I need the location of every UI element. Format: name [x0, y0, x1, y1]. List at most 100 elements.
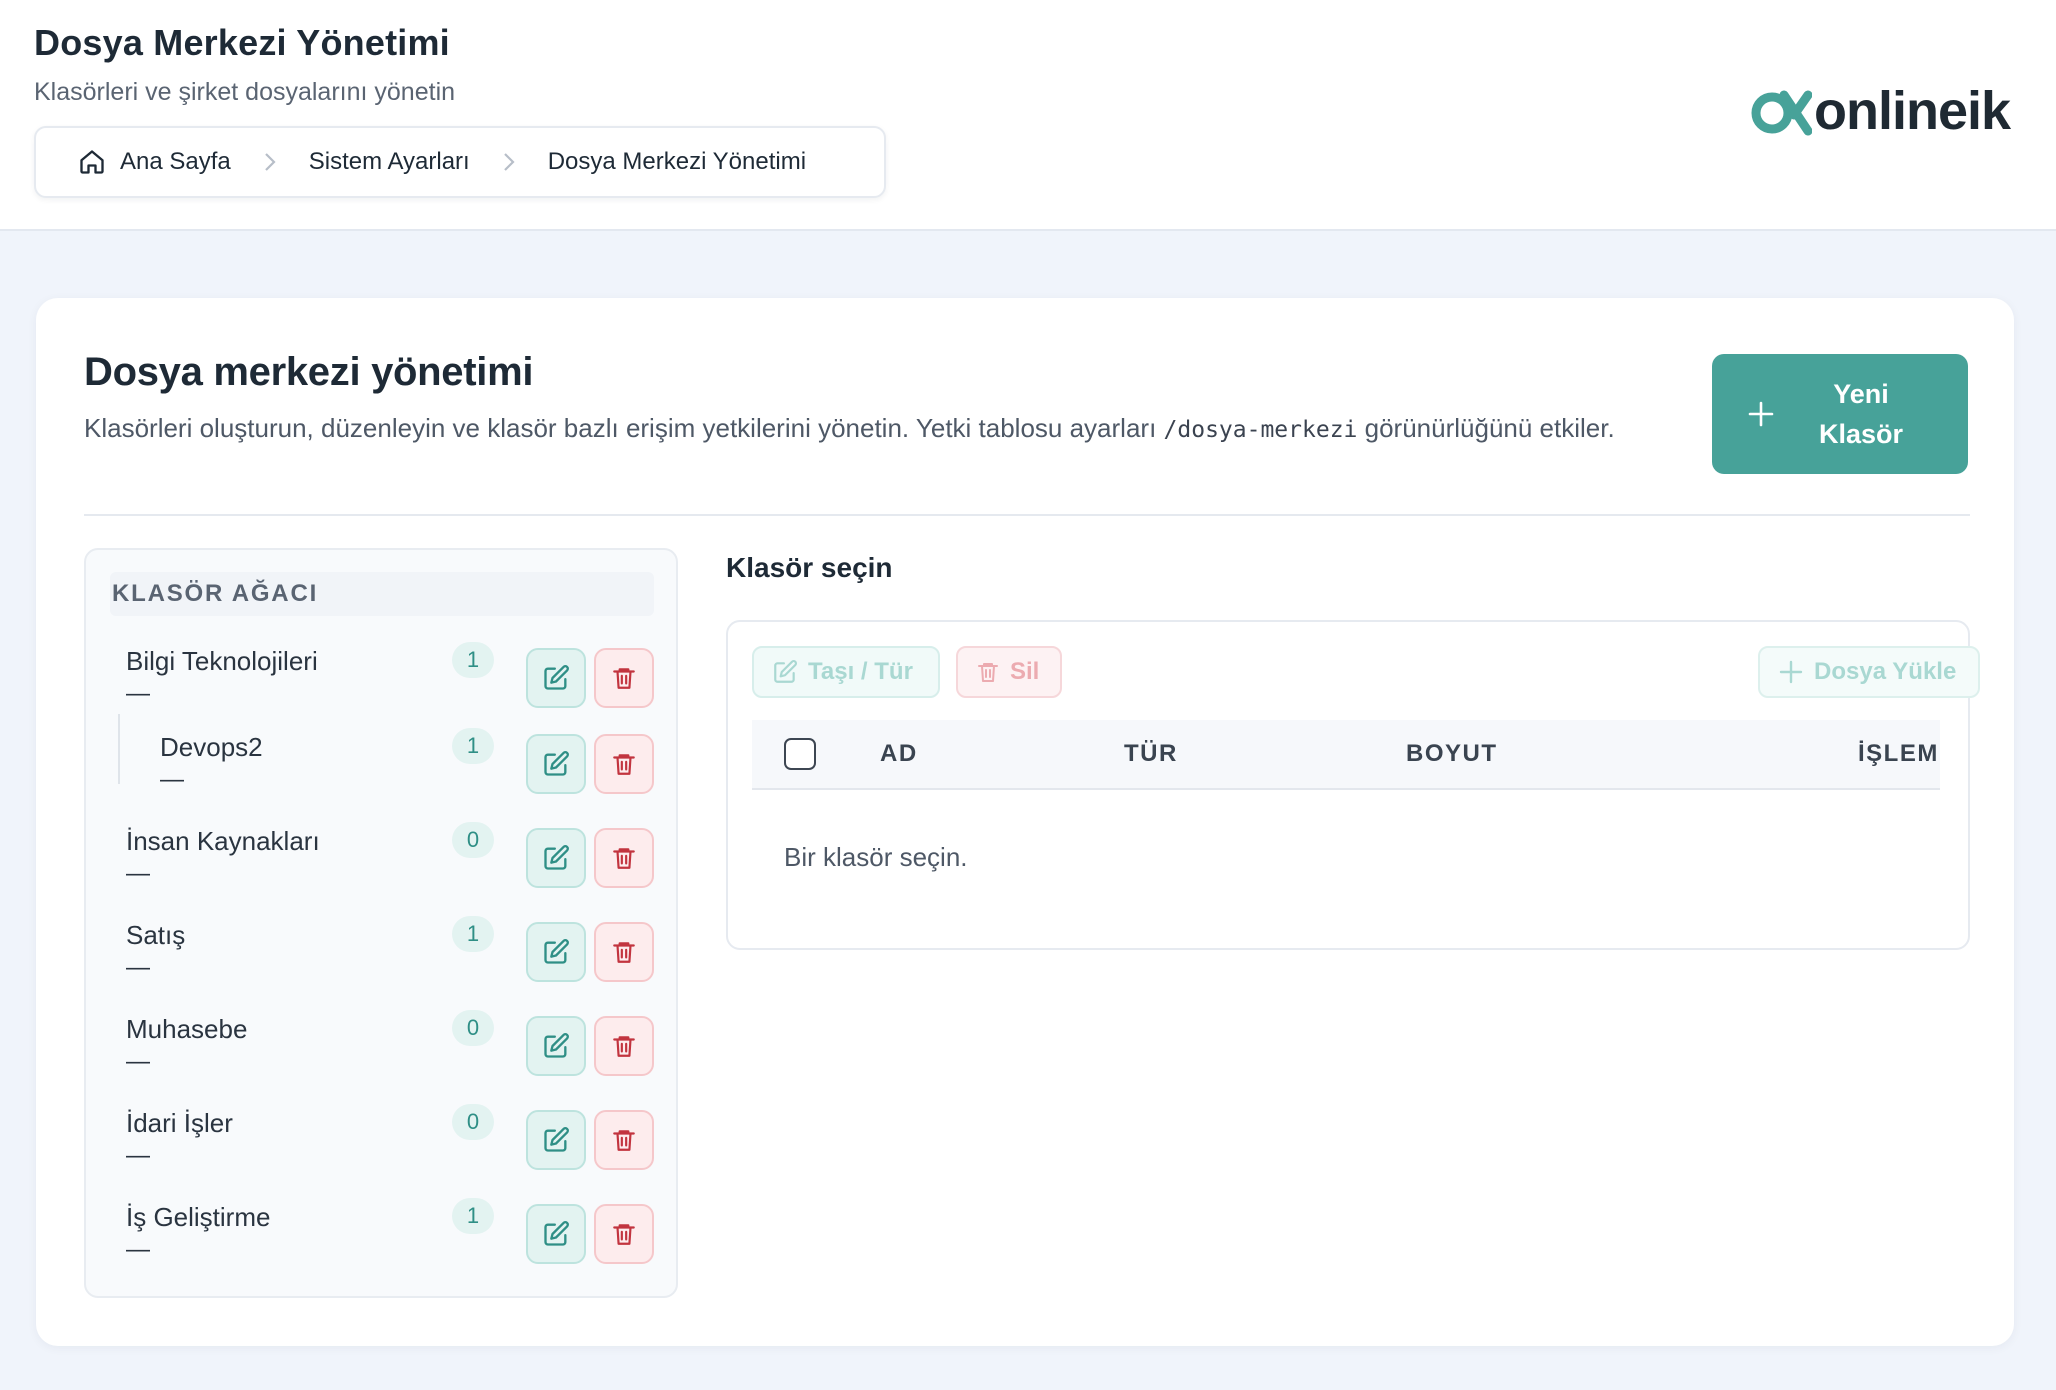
- tree-item[interactable]: İdari İşler — 0: [86, 1100, 676, 1180]
- divider: [84, 514, 1970, 516]
- top-header: Dosya Merkezi Yönetimi Klasörleri ve şir…: [0, 0, 2056, 231]
- edit-icon: [544, 845, 569, 870]
- logo-text: onlineik: [1814, 81, 2011, 141]
- trash-icon: [613, 668, 635, 689]
- folder-name: Satış: [126, 920, 186, 950]
- breadcrumb-home[interactable]: Ana Sayfa: [78, 148, 231, 176]
- edit-folder-button[interactable]: [526, 734, 586, 794]
- breadcrumb-system-settings[interactable]: Sistem Ayarları: [309, 148, 470, 176]
- folder-meta: —: [126, 860, 150, 887]
- edit-folder-button[interactable]: [526, 1110, 586, 1170]
- edit-icon: [774, 660, 797, 683]
- page-subtitle: Klasörleri ve şirket dosyalarını yönetin: [34, 78, 456, 106]
- folder-tree: KLASÖR AĞACI Bilgi Teknolojileri — 1 Dev…: [84, 548, 678, 1298]
- file-count-badge: 0: [452, 1104, 494, 1140]
- trash-icon: [613, 1224, 635, 1245]
- tree-item[interactable]: Muhasebe — 0: [86, 1006, 676, 1086]
- edit-folder-button[interactable]: [526, 1016, 586, 1076]
- folder-meta: —: [126, 680, 150, 707]
- file-count-badge: 1: [452, 728, 494, 764]
- folder-meta: —: [126, 1236, 150, 1263]
- edit-folder-button[interactable]: [526, 828, 586, 888]
- file-count-badge: 0: [452, 1010, 494, 1046]
- move-label: Taşı / Tür: [808, 658, 913, 685]
- edit-icon: [544, 1033, 569, 1058]
- column-type[interactable]: TÜR: [1124, 740, 1178, 768]
- new-folder-button[interactable]: Yeni Klasör: [1712, 354, 1968, 474]
- column-size[interactable]: BOYUT: [1406, 740, 1498, 768]
- edit-icon: [544, 665, 569, 690]
- edit-folder-button[interactable]: [526, 648, 586, 708]
- delete-button[interactable]: Sil: [956, 646, 1062, 698]
- tree-item[interactable]: Devops2 — 1: [86, 724, 676, 804]
- onlineik-logo-icon: [1750, 85, 1812, 137]
- delete-folder-button[interactable]: [594, 1016, 654, 1076]
- tree-item[interactable]: İnsan Kaynakları — 0: [86, 818, 676, 898]
- trash-icon: [613, 848, 635, 869]
- delete-folder-button[interactable]: [594, 828, 654, 888]
- delete-folder-button[interactable]: [594, 734, 654, 794]
- folder-meta: —: [126, 1142, 150, 1169]
- folder-name: Devops2: [160, 732, 263, 762]
- tree-item[interactable]: Bilgi Teknolojileri — 1: [86, 638, 676, 718]
- trash-icon: [613, 942, 635, 963]
- tree-item[interactable]: Satış — 1: [86, 912, 676, 992]
- breadcrumb-label: Sistem Ayarları: [308, 148, 470, 175]
- plus-icon: [1779, 660, 1803, 684]
- edit-icon: [544, 751, 569, 776]
- breadcrumb-label: Dosya Merkezi Yönetimi: [547, 148, 807, 175]
- plus-icon: [1746, 399, 1776, 429]
- folder-name: İnsan Kaynakları: [126, 826, 320, 856]
- home-icon: [78, 148, 106, 176]
- select-all-checkbox[interactable]: [784, 738, 816, 770]
- logo[interactable]: onlineik: [1750, 80, 2011, 142]
- edit-folder-button[interactable]: [526, 922, 586, 982]
- selected-folder-title: Klasör seçin: [726, 552, 893, 583]
- file-count-badge: 1: [452, 916, 494, 952]
- file-count-badge: 1: [452, 642, 494, 678]
- file-center-card: Dosya merkezi yönetimi Klasörleri oluştu…: [36, 298, 2014, 1346]
- card-description: Klasörleri oluşturun, düzenleyin ve klas…: [84, 410, 1704, 449]
- file-count-badge: 0: [452, 822, 494, 858]
- card-title: Dosya merkezi yönetimi: [84, 350, 534, 394]
- folder-meta: —: [126, 1048, 150, 1075]
- folder-meta: —: [126, 954, 150, 981]
- folder-name: Muhasebe: [126, 1014, 248, 1044]
- desc-text: görünürlüğünü etkiler.: [1357, 413, 1615, 443]
- route-code: /dosya-merkezi: [1163, 417, 1358, 443]
- edit-icon: [544, 1221, 569, 1246]
- move-button[interactable]: Taşı / Tür: [752, 646, 940, 698]
- desc-text: Klasörleri oluşturun, düzenleyin ve klas…: [84, 413, 1164, 443]
- delete-folder-button[interactable]: [594, 1110, 654, 1170]
- file-count-badge: 1: [452, 1198, 494, 1234]
- column-name[interactable]: AD: [880, 740, 918, 768]
- edit-folder-button[interactable]: [526, 1204, 586, 1264]
- folder-name: Bilgi Teknolojileri: [126, 646, 318, 676]
- page-title: Dosya Merkezi Yönetimi: [34, 22, 450, 63]
- folder-tree-heading: KLASÖR AĞACI: [110, 572, 654, 616]
- folder-meta: —: [160, 766, 184, 793]
- breadcrumb: Ana Sayfa Sistem Ayarları Dosya Merkezi …: [34, 126, 886, 198]
- delete-folder-button[interactable]: [594, 648, 654, 708]
- trash-icon: [613, 1036, 635, 1057]
- delete-folder-button[interactable]: [594, 922, 654, 982]
- breadcrumb-label: Ana Sayfa: [120, 148, 231, 175]
- folder-name: İş Geliştirme: [126, 1202, 271, 1232]
- empty-state-message: Bir klasör seçin.: [784, 842, 968, 872]
- trash-icon: [613, 1130, 635, 1151]
- delete-label: Sil: [1010, 658, 1040, 685]
- trash-icon: [613, 754, 635, 775]
- upload-label: Dosya Yükle: [1814, 658, 1957, 685]
- trash-icon: [978, 663, 998, 682]
- folder-name: İdari İşler: [126, 1108, 233, 1138]
- file-table-header: AD TÜR BOYUT İŞLEM: [752, 720, 1940, 790]
- file-panel: Taşı / Tür Sil Dosya Yükle AD TÜR BOYUT …: [726, 620, 1980, 950]
- new-folder-label: Yeni Klasör: [1818, 379, 1904, 449]
- breadcrumb-current: Dosya Merkezi Yönetimi: [548, 148, 806, 176]
- delete-folder-button[interactable]: [594, 1204, 654, 1264]
- chevron-right-icon: [500, 149, 518, 175]
- chevron-right-icon: [261, 149, 279, 175]
- upload-file-button[interactable]: Dosya Yükle: [1758, 646, 1980, 698]
- tree-item[interactable]: İş Geliştirme — 1: [86, 1194, 676, 1274]
- column-action: İŞLEM: [1858, 740, 1939, 767]
